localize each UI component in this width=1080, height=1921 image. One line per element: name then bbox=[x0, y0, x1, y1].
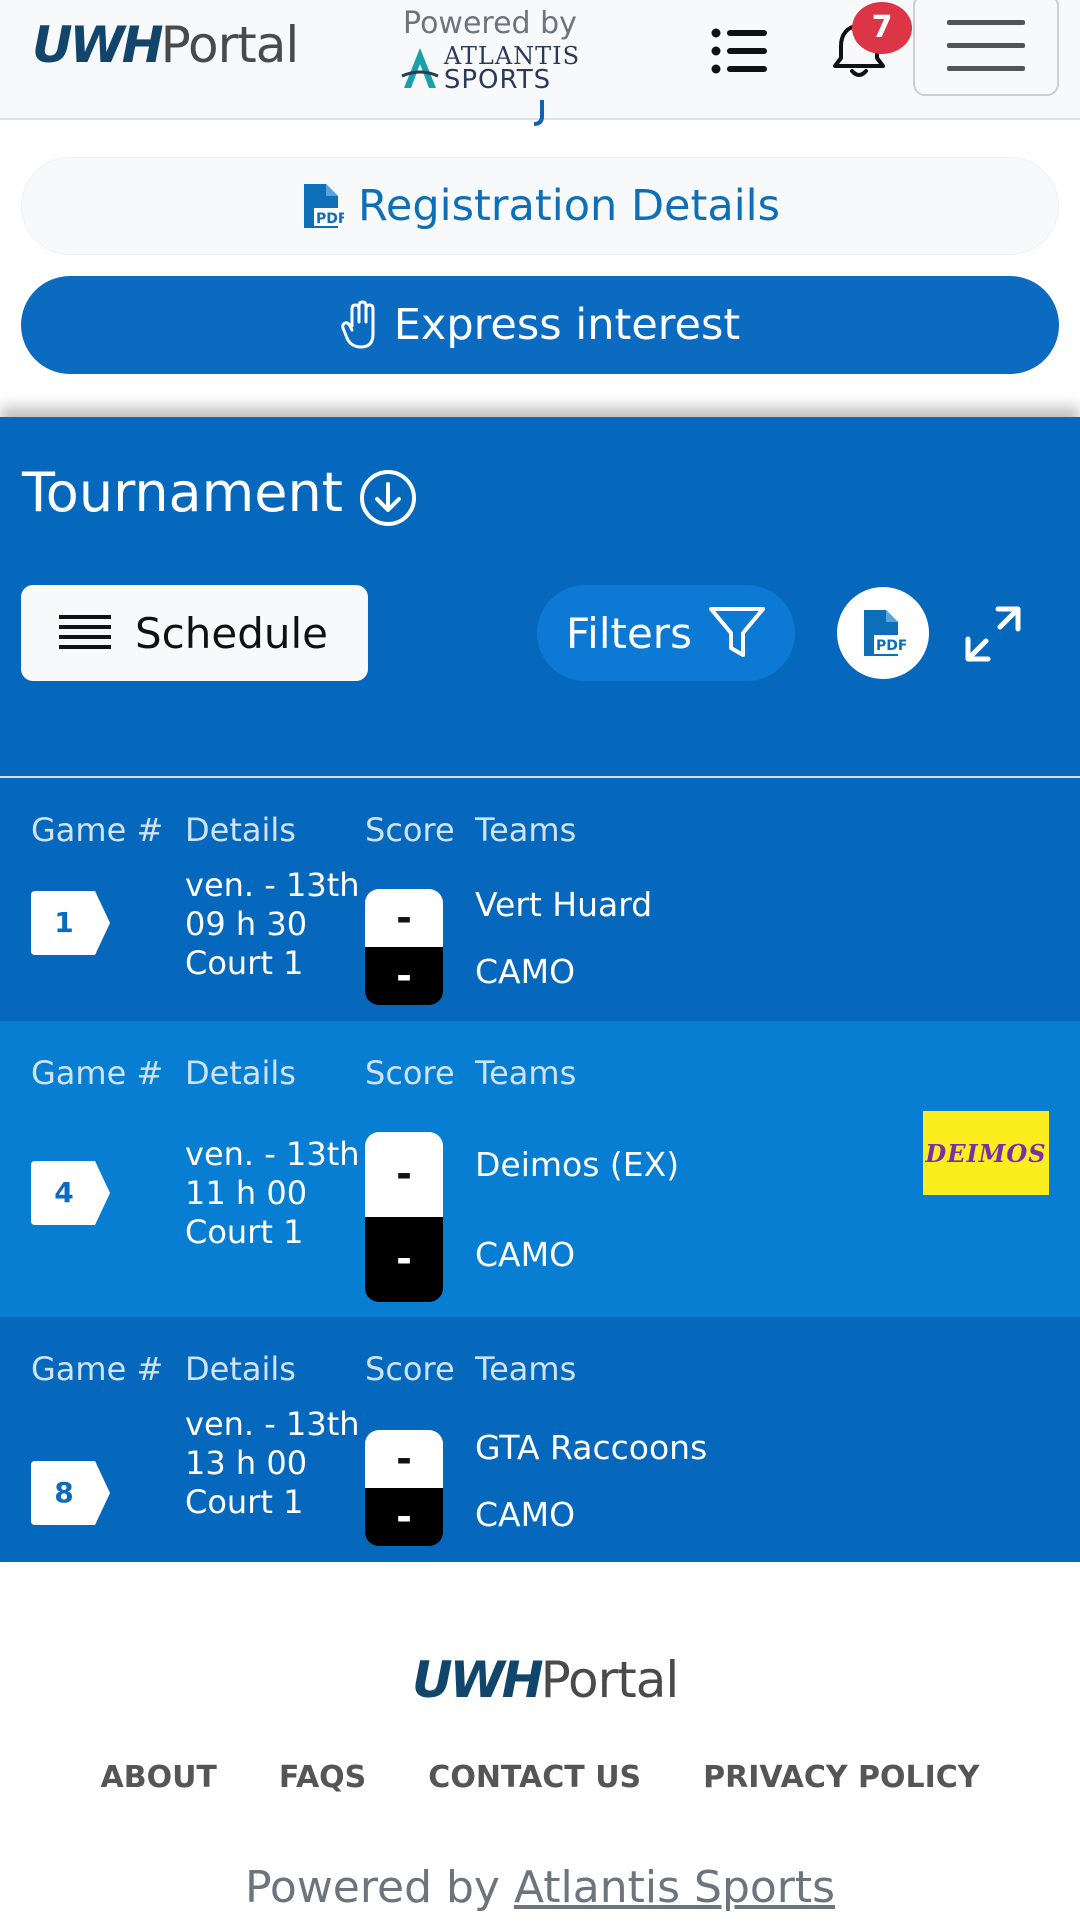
filters-button[interactable]: Filters bbox=[537, 585, 795, 681]
atlantis-sports-logo: ATLANTIS SPORTS bbox=[395, 44, 585, 95]
game-number-header: Game # bbox=[31, 1054, 164, 1092]
footer-link-about[interactable]: ABOUT bbox=[100, 1760, 216, 1795]
footer-link-contact-us[interactable]: CONTACT US bbox=[428, 1760, 641, 1795]
registration-details-button[interactable]: PDF Registration Details bbox=[21, 157, 1059, 255]
game-number-tag[interactable]: 8 bbox=[31, 1461, 111, 1525]
game-row[interactable]: Game # Details Score Teams 4 ven. - 13th… bbox=[0, 1021, 1080, 1317]
notification-badge: 7 bbox=[852, 2, 912, 54]
away-score: - bbox=[365, 947, 443, 1005]
schedule-view-button[interactable]: Schedule bbox=[21, 585, 368, 681]
game-day: ven. - 13th bbox=[185, 1135, 360, 1173]
list-icon[interactable] bbox=[708, 22, 770, 80]
game-number: 4 bbox=[54, 1176, 74, 1209]
uwh-portal-logo[interactable]: UWH Portal bbox=[32, 10, 300, 80]
score-pill: - - bbox=[365, 1132, 443, 1302]
game-number-header: Game # bbox=[31, 811, 164, 849]
footer-logo-portal-text: Portal bbox=[540, 1651, 680, 1709]
details-header: Details bbox=[185, 811, 296, 849]
tournament-title: Tournament bbox=[22, 460, 343, 524]
away-team[interactable]: CAMO bbox=[475, 1495, 575, 1534]
home-score: - bbox=[365, 1132, 443, 1217]
score-header: Score bbox=[365, 811, 455, 849]
game-number-tag[interactable]: 4 bbox=[31, 1161, 111, 1225]
game-time: 09 h 30 bbox=[185, 905, 308, 943]
score-pill: - - bbox=[365, 1430, 443, 1546]
game-number: 8 bbox=[54, 1476, 74, 1509]
logo-uwh-text: UWH bbox=[32, 16, 164, 74]
away-team[interactable]: CAMO bbox=[475, 952, 575, 991]
score-header: Score bbox=[365, 1054, 455, 1092]
home-team[interactable]: Vert Huard bbox=[475, 885, 652, 924]
game-time: 13 h 00 bbox=[185, 1444, 308, 1482]
raised-hand-icon bbox=[340, 300, 375, 349]
game-number-header: Game # bbox=[31, 1350, 164, 1388]
game-time: 11 h 00 bbox=[185, 1174, 308, 1212]
footer-link-privacy-policy[interactable]: PRIVACY POLICY bbox=[703, 1760, 979, 1795]
footer-logo-uwh-text: UWH bbox=[412, 1651, 544, 1709]
clipped-text-fragment bbox=[532, 100, 546, 126]
atlantis-a-icon bbox=[401, 48, 439, 88]
away-team[interactable]: CAMO bbox=[475, 1235, 575, 1274]
tournament-heading: Tournament bbox=[22, 457, 417, 527]
footer-powered-prefix: Powered by bbox=[244, 1862, 500, 1913]
menu-toggle-button[interactable] bbox=[913, 0, 1059, 96]
footer-powered-by: Powered by Atlantis Sports bbox=[0, 1862, 1080, 1913]
atlantis-sports-link[interactable]: Atlantis Sports bbox=[514, 1862, 835, 1913]
game-number-tag[interactable]: 1 bbox=[31, 891, 111, 955]
pdf-file-icon: PDF bbox=[303, 184, 344, 228]
svg-text:PDF: PDF bbox=[316, 211, 344, 227]
pdf-file-icon: PDF bbox=[864, 610, 906, 656]
footer-link-faqs[interactable]: FAQS bbox=[279, 1760, 366, 1795]
game-details: ven. - 13th 13 h 00 Court 1 bbox=[185, 1405, 360, 1522]
details-header: Details bbox=[185, 1350, 296, 1388]
expand-icon[interactable] bbox=[962, 603, 1024, 665]
game-number: 1 bbox=[54, 906, 74, 939]
teams-header: Teams bbox=[475, 811, 577, 849]
game-court: Court 1 bbox=[185, 944, 304, 982]
express-interest-button[interactable]: Express interest bbox=[21, 276, 1059, 374]
hamburger-line bbox=[947, 42, 1025, 48]
schedule-label: Schedule bbox=[135, 608, 328, 658]
pdf-download-button[interactable]: PDF bbox=[837, 587, 929, 679]
hamburger-line bbox=[947, 19, 1025, 25]
away-score: - bbox=[365, 1217, 443, 1302]
express-interest-label: Express interest bbox=[393, 300, 741, 350]
download-circle-icon[interactable] bbox=[359, 469, 417, 527]
game-day: ven. - 13th bbox=[185, 866, 360, 904]
score-header: Score bbox=[365, 1350, 455, 1388]
game-court: Court 1 bbox=[185, 1213, 304, 1251]
powered-by-atlantis[interactable]: Powered by ATLANTIS SPORTS bbox=[395, 6, 585, 95]
footer-uwh-portal-logo[interactable]: UWH Portal bbox=[412, 1645, 680, 1715]
home-score: - bbox=[365, 1430, 443, 1488]
game-row[interactable]: Game # Details Score Teams 8 ven. - 13th… bbox=[0, 1317, 1080, 1562]
game-court: Court 1 bbox=[185, 1483, 304, 1521]
teams-header: Teams bbox=[475, 1350, 577, 1388]
registration-details-label: Registration Details bbox=[357, 181, 781, 231]
logo-portal-text: Portal bbox=[160, 16, 300, 74]
details-header: Details bbox=[185, 1054, 296, 1092]
footer-nav: ABOUT FAQS CONTACT US PRIVACY POLICY bbox=[0, 1760, 1080, 1795]
game-row[interactable]: Game # Details Score Teams 1 ven. - 13th… bbox=[0, 778, 1080, 1021]
home-score: - bbox=[365, 889, 443, 947]
filter-funnel-icon bbox=[708, 607, 765, 657]
powered-by-label: Powered by bbox=[403, 6, 577, 41]
game-details: ven. - 13th 11 h 00 Court 1 bbox=[185, 1135, 360, 1252]
game-details: ven. - 13th 09 h 30 Court 1 bbox=[185, 866, 360, 983]
hamburger-line bbox=[947, 65, 1025, 71]
away-score: - bbox=[365, 1488, 443, 1546]
home-team[interactable]: Deimos (EX) bbox=[475, 1145, 679, 1184]
deimos-team-logo[interactable]: DEIMOS bbox=[923, 1111, 1049, 1195]
sports-word: SPORTS bbox=[443, 65, 552, 95]
filters-label: Filters bbox=[566, 608, 692, 658]
teams-header: Teams bbox=[475, 1054, 577, 1092]
tournament-section: Tournament Schedule Filters PDF Game # D… bbox=[0, 417, 1080, 1562]
pdf-label: PDF bbox=[876, 638, 906, 654]
score-pill: - - bbox=[365, 889, 443, 1005]
lines-icon bbox=[59, 615, 111, 649]
home-team[interactable]: GTA Raccoons bbox=[475, 1428, 707, 1467]
game-day: ven. - 13th bbox=[185, 1405, 360, 1443]
